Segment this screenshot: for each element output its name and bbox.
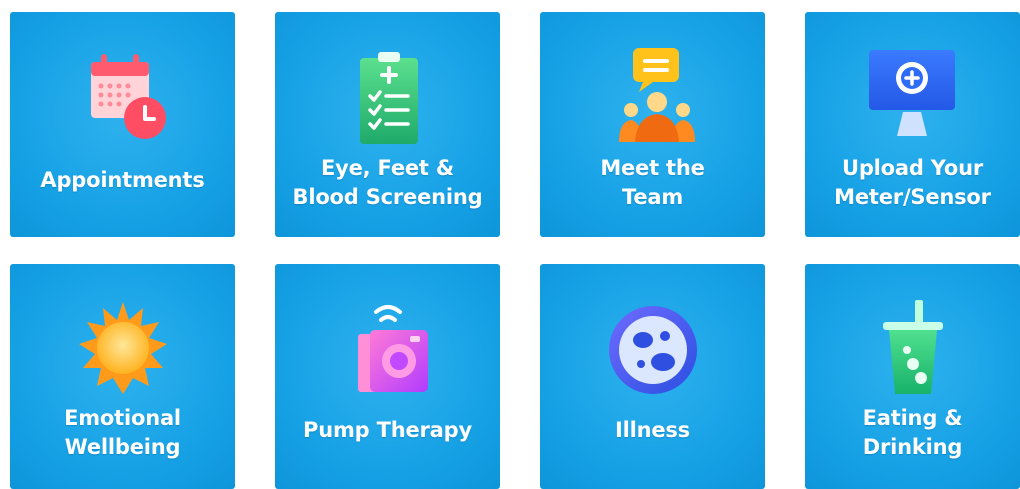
illness-label: Illness xyxy=(614,418,690,442)
team-tile[interactable]: Meet the Team xyxy=(540,12,765,237)
virus-cell-icon xyxy=(540,298,765,398)
eating-drinking-tile[interactable]: Eating & Drinking xyxy=(805,264,1020,489)
pump-device-icon xyxy=(275,298,500,398)
calendar-clock-icon xyxy=(10,46,235,146)
sun-icon xyxy=(10,298,235,398)
dashboard-tile-grid: Appointments Eye, Feet & Blood Screening… xyxy=(0,0,1020,489)
screening-tile[interactable]: Eye, Feet & Blood Screening xyxy=(275,12,500,237)
wellbeing-label: Emotional Wellbeing xyxy=(64,406,181,459)
appointments-label: Appointments xyxy=(40,168,205,192)
illness-tile[interactable]: Illness xyxy=(540,264,765,489)
monitor-upload-icon xyxy=(805,46,1020,146)
team-chat-icon xyxy=(540,46,765,146)
appointments-tile[interactable]: Appointments xyxy=(10,12,235,237)
wellbeing-tile[interactable]: Emotional Wellbeing xyxy=(10,264,235,489)
screening-label: Eye, Feet & Blood Screening xyxy=(292,156,483,209)
eating-drinking-label: Eating & Drinking xyxy=(862,406,963,459)
clipboard-checklist-icon xyxy=(275,46,500,146)
team-label: Meet the Team xyxy=(600,156,705,209)
drink-cup-icon xyxy=(805,298,1020,398)
upload-meter-label: Upload Your Meter/Sensor xyxy=(834,156,991,209)
upload-meter-tile[interactable]: Upload Your Meter/Sensor xyxy=(805,12,1020,237)
pump-therapy-label: Pump Therapy xyxy=(303,418,472,442)
pump-therapy-tile[interactable]: Pump Therapy xyxy=(275,264,500,489)
